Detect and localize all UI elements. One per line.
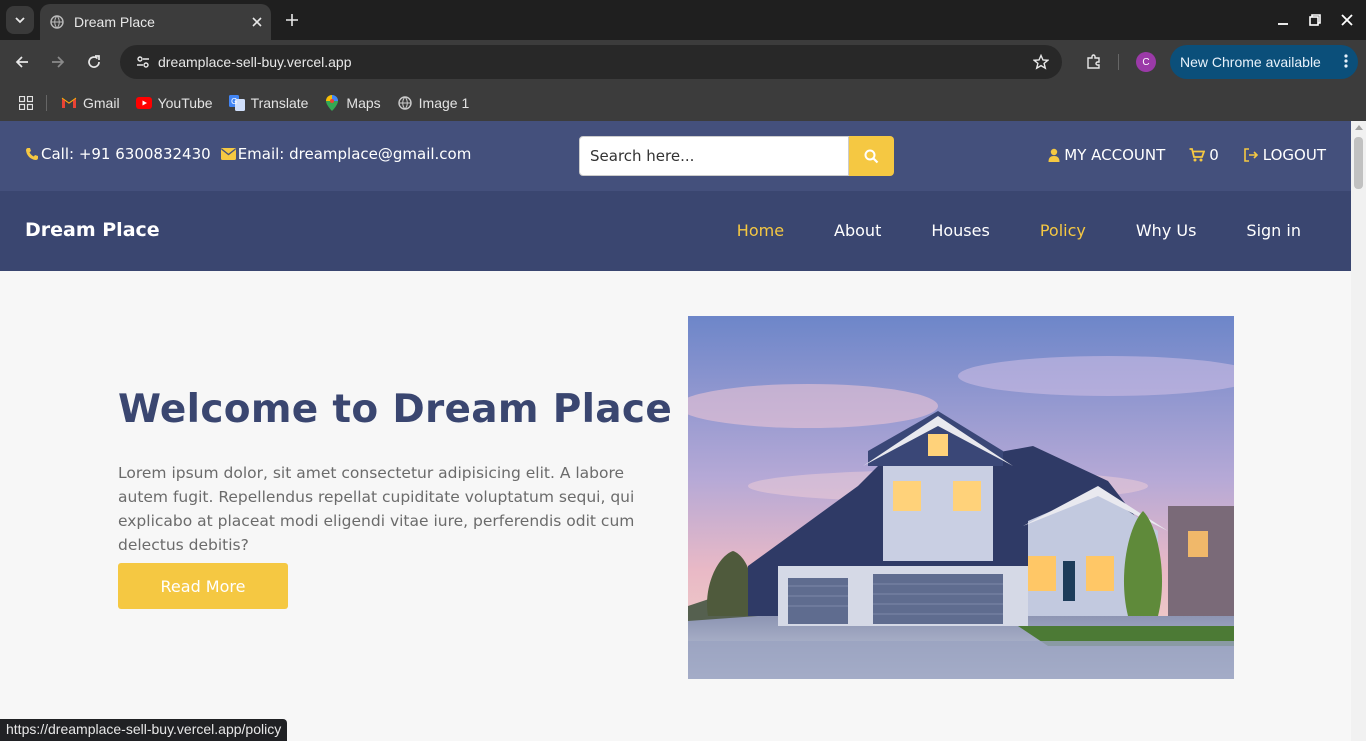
bookmark-maps[interactable]: Maps	[324, 94, 381, 111]
bookmarks-bar: Gmail YouTube G Translate Maps Image 1	[0, 84, 1366, 121]
web-page: Call: +91 6300832430 Email: dreamplace@g…	[0, 121, 1351, 741]
globe-icon	[50, 15, 64, 29]
bookmark-label: Gmail	[83, 94, 120, 111]
close-icon	[252, 17, 262, 27]
hero-title: Welcome to Dream Place	[118, 387, 673, 432]
logout-label: LOGOUT	[1262, 146, 1326, 164]
read-more-button[interactable]: Read More	[118, 563, 288, 609]
nav-item-home[interactable]: Home	[737, 221, 784, 240]
minimize-button[interactable]	[1271, 8, 1295, 32]
tab-close-button[interactable]	[243, 8, 271, 36]
bookmark-translate[interactable]: G Translate	[228, 94, 309, 111]
bookmark-youtube[interactable]: YouTube	[135, 94, 213, 111]
url-text[interactable]: dreamplace-sell-buy.vercel.app	[158, 54, 1026, 70]
arrow-right-icon	[52, 56, 65, 68]
more-vert-icon	[1344, 54, 1348, 68]
translate-icon: G	[228, 94, 245, 111]
forward-button[interactable]	[44, 48, 72, 76]
bookmark-star-icon[interactable]	[1026, 54, 1056, 70]
update-label: New Chrome available	[1180, 54, 1321, 70]
search-input[interactable]	[579, 136, 849, 176]
status-bar-url: https://dreamplace-sell-buy.vercel.app/p…	[0, 719, 288, 741]
cart-link[interactable]: 0	[1189, 146, 1219, 164]
restore-button[interactable]	[1303, 8, 1327, 32]
nav-menu: Home About Houses Policy Why Us Sign in	[687, 221, 1301, 240]
profile-avatar[interactable]: C	[1136, 52, 1156, 72]
phone-contact[interactable]: Call: +91 6300832430	[25, 145, 211, 163]
cart-icon	[1189, 148, 1206, 162]
nav-item-sign-in[interactable]: Sign in	[1246, 221, 1301, 240]
plus-icon	[286, 14, 298, 26]
envelope-icon	[220, 148, 236, 160]
cart-count: 0	[1209, 146, 1219, 164]
page-scrollbar[interactable]	[1351, 121, 1366, 741]
back-button[interactable]	[8, 48, 36, 76]
reload-button[interactable]	[80, 48, 108, 76]
gmail-icon	[61, 95, 77, 111]
bookmark-gmail[interactable]: Gmail	[61, 95, 120, 111]
search-form	[579, 136, 894, 176]
svg-text:G: G	[231, 97, 237, 106]
address-bar[interactable]: dreamplace-sell-buy.vercel.app	[120, 45, 1062, 79]
contact-info: Call: +91 6300832430 Email: dreamplace@g…	[25, 145, 481, 163]
my-account-label: MY ACCOUNT	[1064, 146, 1166, 164]
brand-logo[interactable]: Dream Place	[25, 219, 160, 241]
arrow-left-icon	[15, 56, 28, 68]
new-tab-button[interactable]	[280, 6, 304, 34]
tab-search-button[interactable]	[6, 6, 34, 34]
bookmarks-separator	[46, 94, 47, 111]
nav-item-about[interactable]: About	[834, 221, 881, 240]
search-button[interactable]	[849, 136, 894, 176]
email-contact[interactable]: Email: dreamplace@gmail.com	[220, 145, 472, 163]
account-links: MY ACCOUNT 0 LOGOUT	[1024, 146, 1326, 164]
search-icon	[864, 149, 879, 163]
site-info-icon[interactable]	[128, 54, 158, 70]
globe-icon	[397, 95, 413, 111]
phone-text: Call: +91 6300832430	[41, 145, 211, 163]
close-icon	[1341, 14, 1353, 26]
bookmark-label: Maps	[346, 94, 381, 111]
close-window-button[interactable]	[1335, 8, 1359, 32]
puzzle-icon	[1087, 54, 1100, 69]
tab-title: Dream Place	[74, 14, 155, 30]
browser-tabstrip: Dream Place	[0, 0, 1366, 40]
hero-description: Lorem ipsum dolor, sit amet consectetur …	[118, 464, 635, 554]
maps-icon	[324, 94, 340, 111]
top-info-bar: Call: +91 6300832430 Email: dreamplace@g…	[0, 121, 1351, 191]
user-icon	[1048, 148, 1060, 162]
bookmark-image-1[interactable]: Image 1	[397, 94, 470, 111]
nav-item-policy[interactable]: Policy	[1040, 221, 1086, 240]
browser-tab[interactable]: Dream Place	[40, 4, 271, 40]
my-account-link[interactable]: MY ACCOUNT	[1048, 146, 1165, 164]
browser-toolbar: dreamplace-sell-buy.vercel.app C New Chr…	[0, 40, 1366, 84]
restore-icon	[1309, 14, 1321, 26]
youtube-icon	[135, 95, 152, 111]
bookmark-label: Image 1	[418, 94, 470, 111]
email-text: Email: dreamplace@gmail.com	[237, 145, 472, 163]
main-navbar: Dream Place Home About Houses Policy Why…	[0, 191, 1351, 271]
apps-grid-icon[interactable]	[18, 95, 34, 111]
scroll-up-arrow[interactable]	[1355, 125, 1363, 130]
bookmark-label: Translate	[250, 94, 309, 111]
extensions-button[interactable]	[1080, 48, 1108, 76]
toolbar-separator	[1118, 54, 1119, 70]
scrollbar-thumb[interactable]	[1354, 137, 1363, 189]
chrome-update-button[interactable]: New Chrome available	[1170, 45, 1358, 79]
bookmark-label: YouTube	[157, 94, 213, 111]
house-image	[688, 316, 1234, 679]
sign-out-icon	[1243, 148, 1258, 162]
reload-icon	[88, 55, 100, 68]
logout-link[interactable]: LOGOUT	[1243, 146, 1326, 164]
phone-icon	[26, 148, 38, 160]
chevron-down-icon	[15, 17, 25, 24]
minimize-icon	[1278, 23, 1288, 25]
nav-item-why-us[interactable]: Why Us	[1136, 221, 1197, 240]
nav-item-houses[interactable]: Houses	[931, 221, 989, 240]
